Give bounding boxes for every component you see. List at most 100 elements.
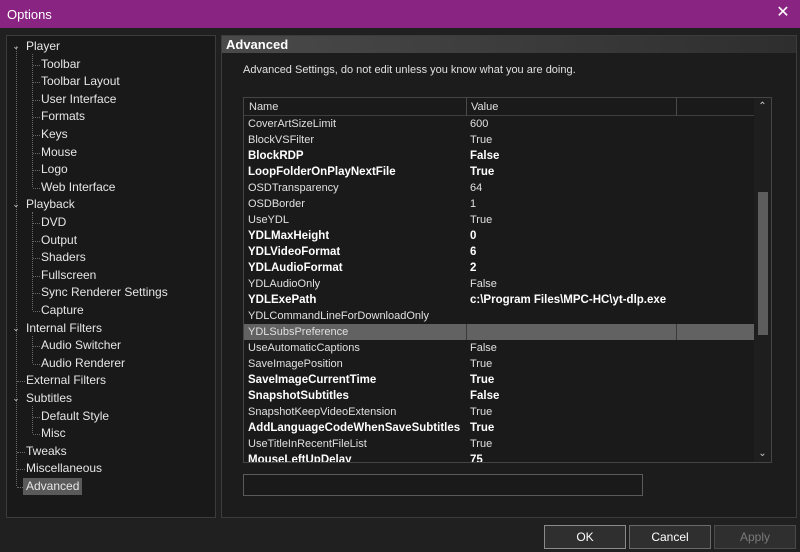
- cancel-button[interactable]: Cancel: [629, 525, 711, 549]
- table-row[interactable]: YDLAudioFormat 2: [244, 260, 754, 276]
- tree-item-playback[interactable]: Playback: [26, 196, 75, 213]
- tree-item-toolbar[interactable]: Toolbar: [41, 56, 80, 73]
- setting-name: UseAutomaticCaptions: [248, 342, 360, 354]
- setting-value: False: [470, 342, 497, 354]
- table-row[interactable]: SaveImageCurrentTime True: [244, 372, 754, 388]
- ok-button[interactable]: OK: [544, 525, 626, 549]
- tree-line: [33, 223, 40, 224]
- table-row[interactable]: MouseLeftUpDelay 75: [244, 452, 754, 462]
- table-row[interactable]: YDLCommandLineForDownloadOnly: [244, 308, 754, 324]
- panel-description: Advanced Settings, do not edit unless yo…: [243, 64, 576, 76]
- tree-item-formats[interactable]: Formats: [41, 108, 85, 125]
- setting-value: True: [470, 374, 495, 386]
- tree-line: [33, 416, 40, 418]
- table-row[interactable]: UseTitleInRecentFileList True: [244, 436, 754, 452]
- tree-line: [33, 187, 40, 189]
- vertical-scrollbar[interactable]: ⌃ ⌄: [754, 98, 771, 462]
- setting-name: YDLCommandLineForDownloadOnly: [248, 310, 429, 322]
- tree-line: [33, 135, 40, 136]
- setting-value: False: [470, 390, 500, 402]
- column-separator[interactable]: [676, 98, 677, 116]
- tree-item-output[interactable]: Output: [41, 232, 77, 249]
- title-bar: Options ✕: [0, 0, 800, 28]
- tree-line: [33, 82, 40, 84]
- tree-line: [17, 451, 25, 453]
- table-row[interactable]: BlockRDP False: [244, 148, 754, 164]
- setting-name: YDLAudioFormat: [248, 262, 343, 274]
- setting-value: 64: [470, 182, 483, 194]
- tree-item-mouse[interactable]: Mouse: [41, 144, 77, 161]
- options-tree[interactable]: ⌄ Player Toolbar Toolbar Layout User Interfa…: [6, 35, 216, 518]
- value-edit-field[interactable]: [243, 474, 643, 496]
- table-row[interactable]: CoverArtSizeLimit 600: [244, 116, 754, 132]
- tree-line: [33, 275, 40, 277]
- table-row[interactable]: OSDTransparency 64: [244, 180, 754, 196]
- table-row[interactable]: OSDBorder 1: [244, 196, 754, 212]
- settings-list[interactable]: Name Value CoverArtSizeLimit 600 BlockVSFi…: [243, 97, 772, 463]
- table-row[interactable]: YDLExePath c:\Program Files\MPC-HC\yt-dlp…: [244, 292, 754, 308]
- tree-item-advanced[interactable]: Advanced: [23, 478, 83, 495]
- scroll-down-icon[interactable]: ⌄: [754, 445, 771, 462]
- tree-item-tweaks[interactable]: Tweaks: [26, 443, 67, 460]
- tree-line: [16, 46, 17, 486]
- tree-item-subtitles[interactable]: Subtitles: [26, 390, 72, 407]
- setting-value: True: [470, 166, 495, 178]
- apply-button[interactable]: Apply: [714, 525, 796, 549]
- expand-icon[interactable]: ⌄: [11, 199, 21, 209]
- advanced-panel: Advanced Advanced Settings, do not edit …: [221, 35, 797, 518]
- table-row[interactable]: SnapshotSubtitles False: [244, 388, 754, 404]
- table-row[interactable]: AddLanguageCodeWhenSaveSubtitles True: [244, 420, 754, 436]
- scroll-up-icon[interactable]: ⌃: [754, 98, 771, 115]
- table-row[interactable]: UseAutomaticCaptions False: [244, 340, 754, 356]
- tree-item-fullscreen[interactable]: Fullscreen: [41, 267, 96, 284]
- setting-value: 600: [470, 118, 489, 130]
- tree-item-shaders[interactable]: Shaders: [41, 249, 86, 266]
- column-header-name[interactable]: Name: [249, 101, 278, 113]
- tree-item-audio-renderer[interactable]: Audio Renderer: [41, 355, 125, 372]
- tree-item-default-style[interactable]: Default Style: [41, 408, 109, 425]
- tree-item-user-interface[interactable]: User Interface: [41, 91, 116, 108]
- tree-line: [17, 381, 25, 383]
- table-row[interactable]: UseYDL True: [244, 212, 754, 228]
- tree-item-dvd[interactable]: DVD: [41, 214, 66, 231]
- table-row[interactable]: YDLSubsPreference: [244, 324, 754, 340]
- table-row[interactable]: LoopFolderOnPlayNextFile True: [244, 164, 754, 180]
- tree-item-misc[interactable]: Misc: [41, 425, 66, 442]
- tree-item-web-interface[interactable]: Web Interface: [41, 179, 115, 196]
- column-header-value[interactable]: Value: [471, 101, 498, 113]
- table-row[interactable]: BlockVSFilter True: [244, 132, 754, 148]
- table-row[interactable]: YDLAudioOnly False: [244, 276, 754, 292]
- tree-item-keys[interactable]: Keys: [41, 126, 68, 143]
- setting-name: BlockVSFilter: [248, 134, 315, 146]
- tree-item-external-filters[interactable]: External Filters: [26, 372, 106, 389]
- setting-value: True: [470, 438, 493, 450]
- setting-name: UseYDL: [248, 214, 289, 226]
- table-row[interactable]: SnapshotKeepVideoExtension True: [244, 404, 754, 420]
- expand-icon[interactable]: ⌄: [11, 393, 21, 403]
- tree-item-player[interactable]: Player: [26, 38, 60, 55]
- setting-name: OSDTransparency: [248, 182, 339, 194]
- scroll-thumb[interactable]: [758, 192, 768, 335]
- expand-icon[interactable]: ⌄: [11, 323, 21, 333]
- tree-item-toolbar-layout[interactable]: Toolbar Layout: [41, 73, 120, 90]
- setting-name: BlockRDP: [248, 150, 304, 162]
- setting-name: SnapshotSubtitles: [248, 390, 349, 402]
- tree-item-logo[interactable]: Logo: [41, 161, 68, 178]
- setting-name: YDLMaxHeight: [248, 230, 330, 242]
- expand-icon[interactable]: ⌄: [11, 41, 21, 51]
- table-row[interactable]: YDLMaxHeight 0: [244, 228, 754, 244]
- tree-item-internal-filters[interactable]: Internal Filters: [26, 320, 102, 337]
- window-title: Options: [7, 7, 52, 22]
- table-row[interactable]: YDLVideoFormat 6: [244, 244, 754, 260]
- table-row[interactable]: SaveImagePosition True: [244, 356, 754, 372]
- tree-item-sync-renderer-settings[interactable]: Sync Renderer Settings: [41, 284, 168, 301]
- column-separator[interactable]: [466, 98, 467, 116]
- tree-line: [33, 152, 40, 154]
- tree-line: [33, 293, 40, 295]
- setting-value: 0: [470, 230, 477, 242]
- tree-item-capture[interactable]: Capture: [41, 302, 84, 319]
- tree-item-audio-switcher[interactable]: Audio Switcher: [41, 337, 121, 354]
- column-separator: [466, 324, 467, 340]
- tree-item-miscellaneous[interactable]: Miscellaneous: [26, 460, 102, 477]
- close-icon[interactable]: ✕: [772, 2, 794, 24]
